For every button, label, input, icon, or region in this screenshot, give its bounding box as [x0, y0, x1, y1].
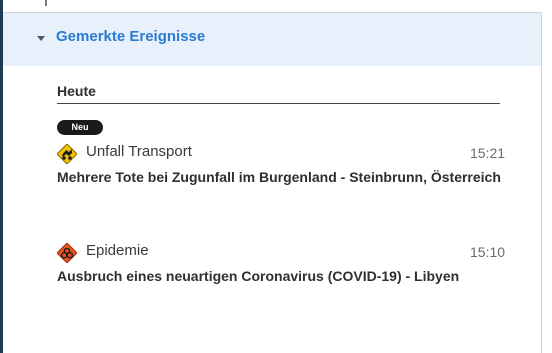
panel-right-border: [541, 12, 542, 353]
section-title-today: Heute: [57, 83, 96, 99]
event-category: Epidemie: [86, 242, 149, 259]
section-divider: [57, 103, 500, 104]
accident-transport-icon: [57, 144, 77, 164]
panel-title[interactable]: Gemerkte Ereignisse: [56, 28, 205, 45]
event-title-link[interactable]: Mehrere Tote bei Zugunfall im Burgenland…: [57, 165, 507, 189]
divider-tick: [45, 0, 47, 6]
biohazard-icon: [57, 243, 77, 263]
top-edge: [3, 0, 552, 12]
saved-events-panel: Gemerkte Ereignisse Heute Neu Unfall Tra…: [0, 0, 552, 353]
event-time: 15:21: [470, 145, 506, 161]
event-title-link[interactable]: Ausbruch eines neuartigen Coronavirus (C…: [57, 264, 507, 288]
event-time: 15:10: [470, 244, 506, 260]
panel-header[interactable]: Gemerkte Ereignisse: [3, 12, 541, 66]
event-category: Unfall Transport: [86, 143, 192, 160]
new-badge: Neu: [57, 120, 103, 135]
chevron-down-icon[interactable]: [37, 36, 45, 41]
